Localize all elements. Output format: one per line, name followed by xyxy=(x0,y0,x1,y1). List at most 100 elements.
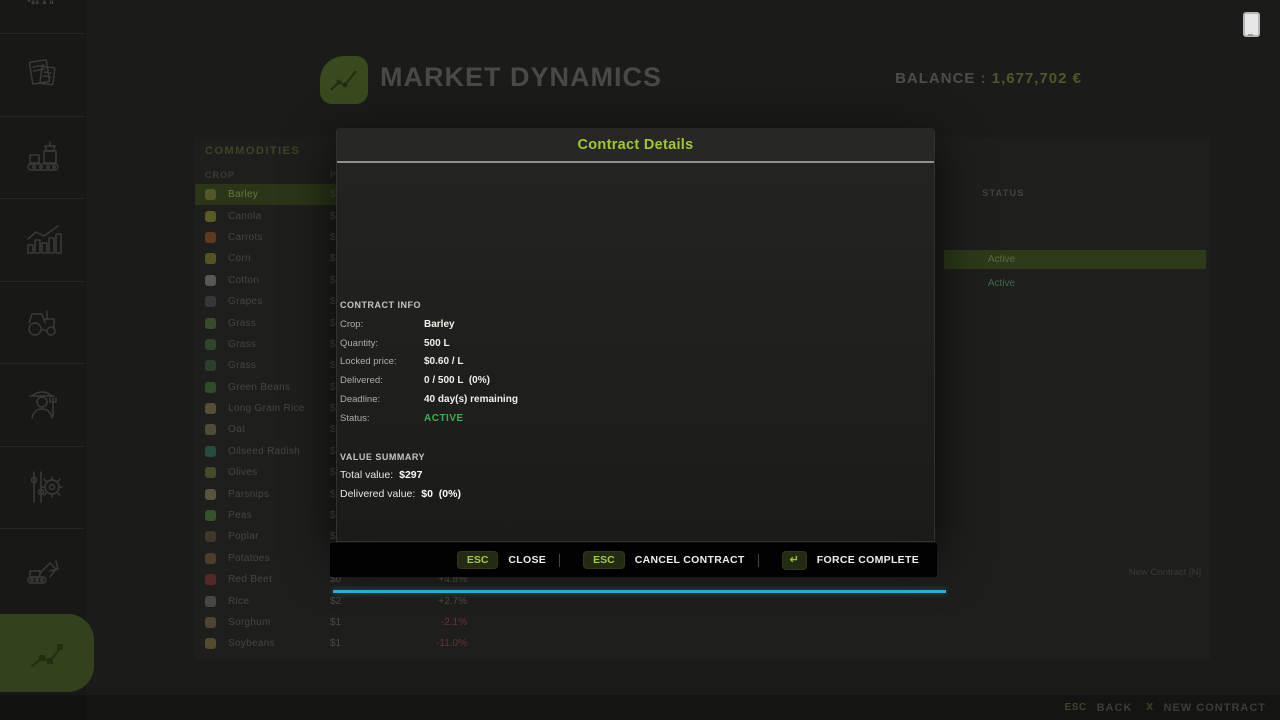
crop-name: Grass xyxy=(228,318,256,329)
summary-row: Total value: $297 xyxy=(340,466,461,485)
field-value: 40 day(s) remaining xyxy=(424,394,518,405)
crop-icon xyxy=(205,574,216,585)
crop-icon xyxy=(205,531,216,542)
button-divider xyxy=(559,554,560,567)
crop-icon xyxy=(205,424,216,435)
app-logo xyxy=(320,56,368,104)
crop-price: $ xyxy=(330,489,336,500)
crop-name: Green Beans xyxy=(228,382,290,393)
sidebar-item-workers[interactable] xyxy=(0,370,86,440)
crop-icon xyxy=(205,339,216,350)
crop-name: Rice xyxy=(228,596,249,607)
summary-value: $297 xyxy=(399,469,422,481)
button-label: CLOSE xyxy=(508,554,546,566)
field-value: 500 L xyxy=(424,338,450,349)
crop-name: Cotton xyxy=(228,275,259,286)
production-icon xyxy=(20,134,66,180)
crop-change: -2.1% xyxy=(407,617,467,628)
contract-status: Active xyxy=(944,254,1059,265)
crop-price: $ xyxy=(330,232,336,243)
sidebar-item-statistics[interactable] xyxy=(0,205,86,275)
value-summary-header: VALUE SUMMARY xyxy=(340,452,425,462)
commodity-row[interactable]: Rice $2 +2.7% xyxy=(195,590,485,611)
field-label: Locked price: xyxy=(340,356,424,367)
crop-icon xyxy=(205,189,216,200)
crop-name: Long Grain Rice xyxy=(228,403,305,414)
crop-name: Grass xyxy=(228,339,256,350)
crop-column-header: CROP xyxy=(205,170,235,180)
crop-price: $ xyxy=(330,446,336,457)
sidebar-item-finances[interactable] xyxy=(0,40,86,110)
sidebar-item-settings[interactable] xyxy=(0,452,86,522)
sidebar-item-vehicles[interactable] xyxy=(0,287,86,357)
market-dynamics-screen: COMMODITIES CROP PRICE Barley $ Canola $ xyxy=(0,0,1280,720)
footer-key: X xyxy=(1146,702,1153,713)
tab[interactable] xyxy=(904,118,920,126)
modal-footer: ESC CLOSE ESC CANCEL CONTRACT ↵ FORCE CO… xyxy=(330,543,937,577)
tuning-gear-icon xyxy=(20,464,66,510)
hotkey-badge: ↵ xyxy=(782,551,807,570)
summary-value: $0 (0%) xyxy=(421,488,461,500)
crop-name: Sorghum xyxy=(228,617,271,628)
crop-icon xyxy=(205,596,216,607)
hotkey-badge: ESC xyxy=(583,551,625,570)
field-label: Status: xyxy=(340,413,424,424)
sidebar-item-production[interactable] xyxy=(0,122,86,192)
tab[interactable] xyxy=(500,118,516,126)
footer-shortcut[interactable]: X NEW CONTRACT xyxy=(1146,702,1266,714)
crop-icon xyxy=(205,211,216,222)
crop-icon xyxy=(205,446,216,457)
documents-icon xyxy=(21,53,65,97)
footer-label: NEW CONTRACT xyxy=(1164,702,1266,714)
contract-row[interactable]: Active xyxy=(944,250,1206,269)
contract-details-modal: Contract Details CONTRACT INFO Crop: Bar… xyxy=(336,128,935,542)
footer-label: BACK xyxy=(1097,702,1133,714)
crop-price: $ xyxy=(330,531,336,542)
page-title: MARKET DYNAMICS xyxy=(380,62,662,93)
crop-name: Canola xyxy=(228,211,262,222)
contract-row[interactable]: Active xyxy=(944,274,1206,293)
field-label: Crop: xyxy=(340,319,424,330)
corner-watermark: *as a u xyxy=(28,0,54,6)
crop-icon xyxy=(205,253,216,264)
footer-shortcut[interactable]: ESC BACK xyxy=(1065,702,1133,714)
crop-price: $ xyxy=(330,211,336,222)
excavator-icon xyxy=(20,547,66,593)
crop-price: $ xyxy=(330,253,336,264)
harvester-icon xyxy=(20,299,66,345)
crop-icon xyxy=(205,467,216,478)
balance-label: BALANCE : xyxy=(895,70,992,87)
contract-field-row: Status: ACTIVE xyxy=(340,409,518,428)
sidebar-item-construction[interactable] xyxy=(0,535,86,605)
crop-icon xyxy=(205,489,216,500)
modal-title: Contract Details xyxy=(578,137,694,153)
leaf-chart-icon xyxy=(326,62,362,98)
commodity-row[interactable]: Soybeans $1 -11.0% xyxy=(195,633,485,654)
crop-icon xyxy=(205,360,216,371)
sidebar-divider xyxy=(0,198,84,199)
phone-icon[interactable] xyxy=(1243,12,1260,37)
commodities-title: COMMODITIES xyxy=(205,145,300,157)
contract-field-row: Quantity: 500 L xyxy=(340,334,518,353)
commodity-row[interactable]: Sorghum $1 -2.1% xyxy=(195,612,485,633)
footer-key: ESC xyxy=(1065,702,1087,713)
value-summary: Total value: $297 Delivered value: $0 (0… xyxy=(340,466,461,504)
modal-button[interactable]: ↵ FORCE COMPLETE xyxy=(745,551,919,570)
crop-name: Poplar xyxy=(228,531,259,542)
crop-name: Oilseed Radish xyxy=(228,446,300,457)
crop-name: Parsnips xyxy=(228,489,269,500)
crop-icon xyxy=(205,296,216,307)
crop-change: +2.7% xyxy=(407,596,467,607)
field-label: Delivered: xyxy=(340,375,424,386)
sidebar-divider xyxy=(0,281,84,282)
crop-icon xyxy=(205,318,216,329)
modal-button[interactable]: ESC CANCEL CONTRACT xyxy=(546,551,744,570)
crop-name: Corn xyxy=(228,253,251,264)
crop-icon xyxy=(205,617,216,628)
tab[interactable] xyxy=(702,118,718,126)
modal-button[interactable]: ESC CLOSE xyxy=(457,551,546,570)
contract-status: Active xyxy=(944,278,1059,289)
crop-icon xyxy=(205,403,216,414)
sidebar-item-market-dynamics[interactable] xyxy=(0,614,94,692)
game-sidebar: *as a u xyxy=(0,0,86,720)
